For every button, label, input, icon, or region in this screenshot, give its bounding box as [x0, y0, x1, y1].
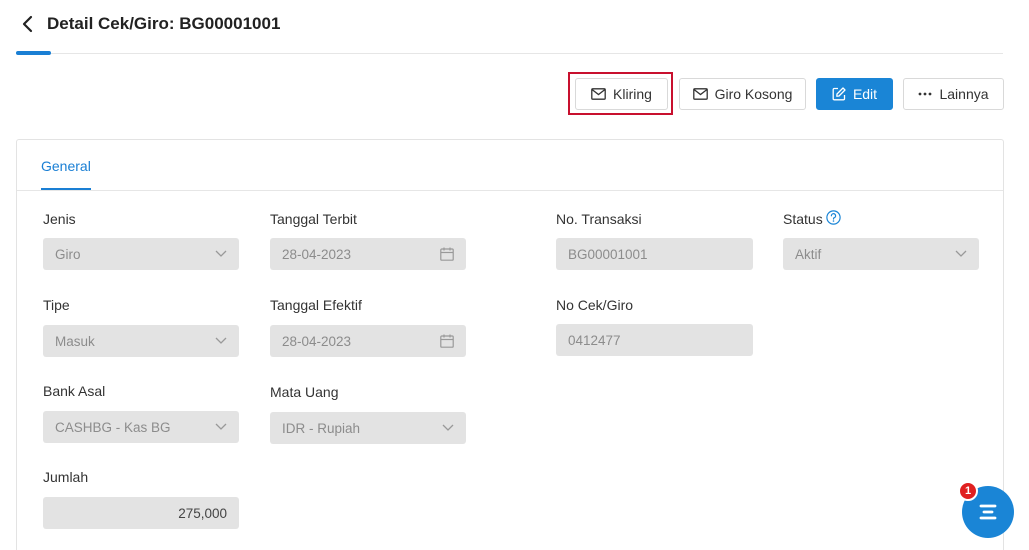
- detail-card: General Jenis Giro Tipe Masuk Bank Asal …: [16, 139, 1004, 550]
- no-transaksi-label: No. Transaksi: [556, 211, 642, 227]
- jenis-label: Jenis: [43, 211, 76, 227]
- tipe-label: Tipe: [43, 297, 70, 313]
- page-header: Detail Cek/Giro: BG00001001: [0, 0, 1029, 56]
- tab-active-underline: [41, 188, 91, 190]
- chevron-down-icon: [215, 337, 227, 344]
- mata-uang-select[interactable]: IDR - Rupiah: [270, 412, 466, 444]
- edit-button[interactable]: Edit: [816, 78, 893, 110]
- giro-kosong-button[interactable]: Giro Kosong: [679, 78, 806, 110]
- no-cek-giro-input[interactable]: 0412477: [556, 324, 753, 356]
- calendar-icon: [440, 334, 454, 348]
- status-value: Aktif: [795, 246, 822, 262]
- tab-divider: [17, 190, 1003, 191]
- chevron-down-icon: [215, 250, 227, 257]
- help-icon[interactable]: [826, 210, 841, 225]
- chat-notification-badge: 1: [958, 481, 978, 501]
- jumlah-input[interactable]: 275,000: [43, 497, 239, 529]
- kliring-button[interactable]: Kliring: [575, 78, 668, 110]
- mail-icon: [692, 88, 708, 100]
- lainnya-label: Lainnya: [939, 86, 989, 102]
- kliring-label: Kliring: [613, 86, 652, 102]
- tab-general[interactable]: General: [41, 158, 91, 174]
- status-select[interactable]: Aktif: [783, 238, 979, 270]
- more-dots-icon: [919, 92, 932, 96]
- jumlah-label: Jumlah: [43, 469, 89, 485]
- title-underline: [16, 51, 51, 55]
- giro-kosong-label: Giro Kosong: [714, 86, 793, 102]
- status-label: Status: [783, 211, 823, 227]
- no-cek-giro-value: 0412477: [568, 332, 621, 348]
- tanggal-terbit-value: 28-04-2023: [282, 246, 352, 262]
- tanggal-efektif-datepicker[interactable]: 28-04-2023: [270, 325, 466, 357]
- no-cek-giro-label: No Cek/Giro: [556, 297, 634, 313]
- no-transaksi-value: BG00001001: [568, 246, 648, 262]
- no-transaksi-input[interactable]: BG00001001: [556, 238, 753, 270]
- chevron-down-icon: [955, 250, 967, 257]
- header-divider: [16, 53, 1003, 54]
- chevron-down-icon: [215, 423, 227, 430]
- tanggal-terbit-label: Tanggal Terbit: [270, 211, 357, 227]
- page-title: Detail Cek/Giro: BG00001001: [47, 14, 281, 33]
- tipe-select[interactable]: Masuk: [43, 325, 239, 357]
- edit-label: Edit: [852, 86, 878, 102]
- mata-uang-value: IDR - Rupiah: [282, 420, 361, 436]
- chevron-down-icon: [442, 424, 454, 431]
- jumlah-value: 275,000: [178, 505, 227, 521]
- chat-icon: [979, 504, 997, 520]
- mail-icon: [591, 88, 606, 100]
- edit-icon: [832, 87, 846, 101]
- tipe-value: Masuk: [55, 333, 95, 349]
- mata-uang-label: Mata Uang: [270, 384, 339, 400]
- bank-asal-label: Bank Asal: [43, 383, 106, 399]
- tanggal-efektif-value: 28-04-2023: [282, 333, 352, 349]
- tanggal-terbit-datepicker[interactable]: 28-04-2023: [270, 238, 466, 270]
- bank-asal-value: CASHBG - Kas BG: [55, 419, 171, 435]
- lainnya-button[interactable]: Lainnya: [903, 78, 1004, 110]
- bank-asal-select[interactable]: CASHBG - Kas BG: [43, 411, 239, 443]
- tanggal-efektif-label: Tanggal Efektif: [270, 297, 362, 313]
- back-arrow-icon[interactable]: [18, 14, 38, 34]
- calendar-icon: [440, 247, 454, 261]
- jenis-value: Giro: [55, 246, 81, 262]
- jenis-select[interactable]: Giro: [43, 238, 239, 270]
